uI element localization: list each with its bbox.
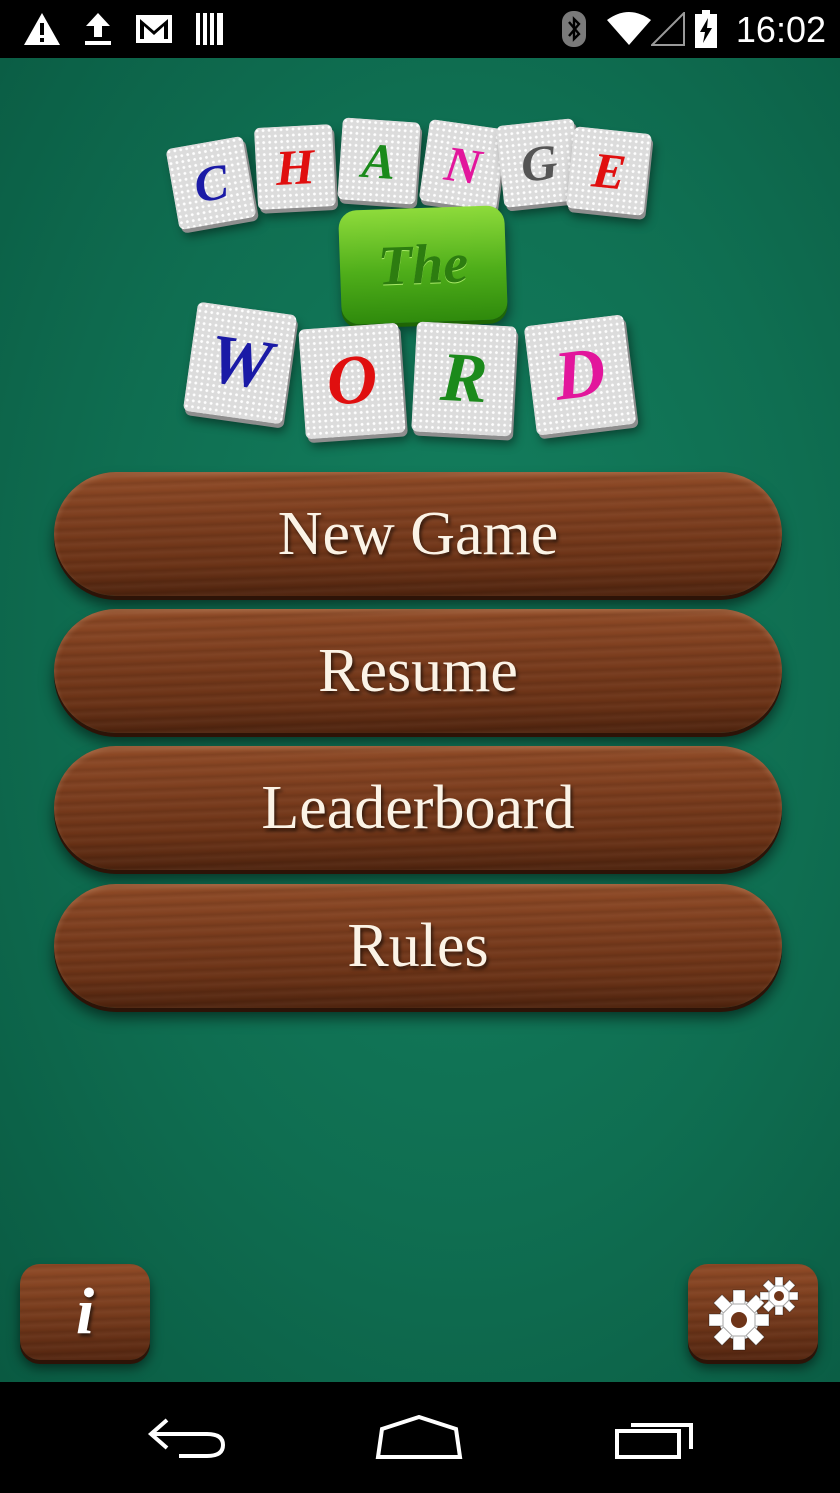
logo-letter: C xyxy=(189,152,233,214)
logo-letter: E xyxy=(589,141,629,201)
back-icon xyxy=(147,1418,226,1458)
rules-label: Rules xyxy=(347,911,489,980)
logo-tile: W xyxy=(182,301,298,425)
info-icon: i xyxy=(75,1275,95,1348)
logo-letter: R xyxy=(438,338,490,419)
status-bar: 16:02 xyxy=(0,0,840,58)
signal-icon xyxy=(650,10,686,48)
recent-apps-button[interactable] xyxy=(610,1410,700,1466)
navigation-bar xyxy=(0,1382,840,1493)
logo-letter: D xyxy=(550,333,610,416)
new-game-button[interactable]: New Game xyxy=(54,472,782,596)
rules-button[interactable]: Rules xyxy=(54,884,782,1008)
logo-letter: N xyxy=(441,134,485,196)
gmail-icon xyxy=(134,10,174,48)
logo-letter: A xyxy=(360,131,398,191)
recent-apps-icon xyxy=(615,1423,693,1459)
logo-tile: D xyxy=(523,314,637,436)
logo-letter: G xyxy=(518,133,560,193)
warning-icon xyxy=(22,10,62,48)
clock: 16:02 xyxy=(735,9,826,50)
game-screen: C H A N G E The W O R D New Game Resume … xyxy=(0,58,840,1382)
logo-tile: H xyxy=(253,124,337,210)
logo-letter: O xyxy=(324,340,380,421)
wifi-icon xyxy=(606,10,652,48)
info-button[interactable]: i xyxy=(20,1264,150,1360)
logo-the-text: The xyxy=(376,232,470,298)
logo-letter: W xyxy=(203,320,277,405)
leaderboard-label: Leaderboard xyxy=(261,773,575,842)
back-button[interactable] xyxy=(142,1410,232,1466)
logo-tile: C xyxy=(165,135,257,231)
logo-tile: O xyxy=(298,322,406,440)
home-button[interactable] xyxy=(374,1410,464,1466)
leaderboard-button[interactable]: Leaderboard xyxy=(54,746,782,870)
home-icon xyxy=(375,1415,463,1459)
logo-tile: R xyxy=(411,321,517,437)
logo-tile: N xyxy=(418,118,508,212)
battery-charging-icon xyxy=(692,10,720,48)
logo-tile: E xyxy=(565,126,653,216)
game-logo: C H A N G E The W O R D xyxy=(0,58,840,458)
logo-the-tile: The xyxy=(338,205,508,325)
logo-tile: A xyxy=(337,117,421,205)
new-game-label: New Game xyxy=(277,499,559,568)
resume-label: Resume xyxy=(318,636,518,705)
barcode-icon xyxy=(194,10,226,48)
bluetooth-icon xyxy=(560,10,588,48)
logo-letter: H xyxy=(274,138,316,196)
upload-icon xyxy=(82,10,114,48)
gears-icon xyxy=(708,1276,799,1351)
settings-button[interactable] xyxy=(688,1264,818,1360)
resume-button[interactable]: Resume xyxy=(54,609,782,733)
